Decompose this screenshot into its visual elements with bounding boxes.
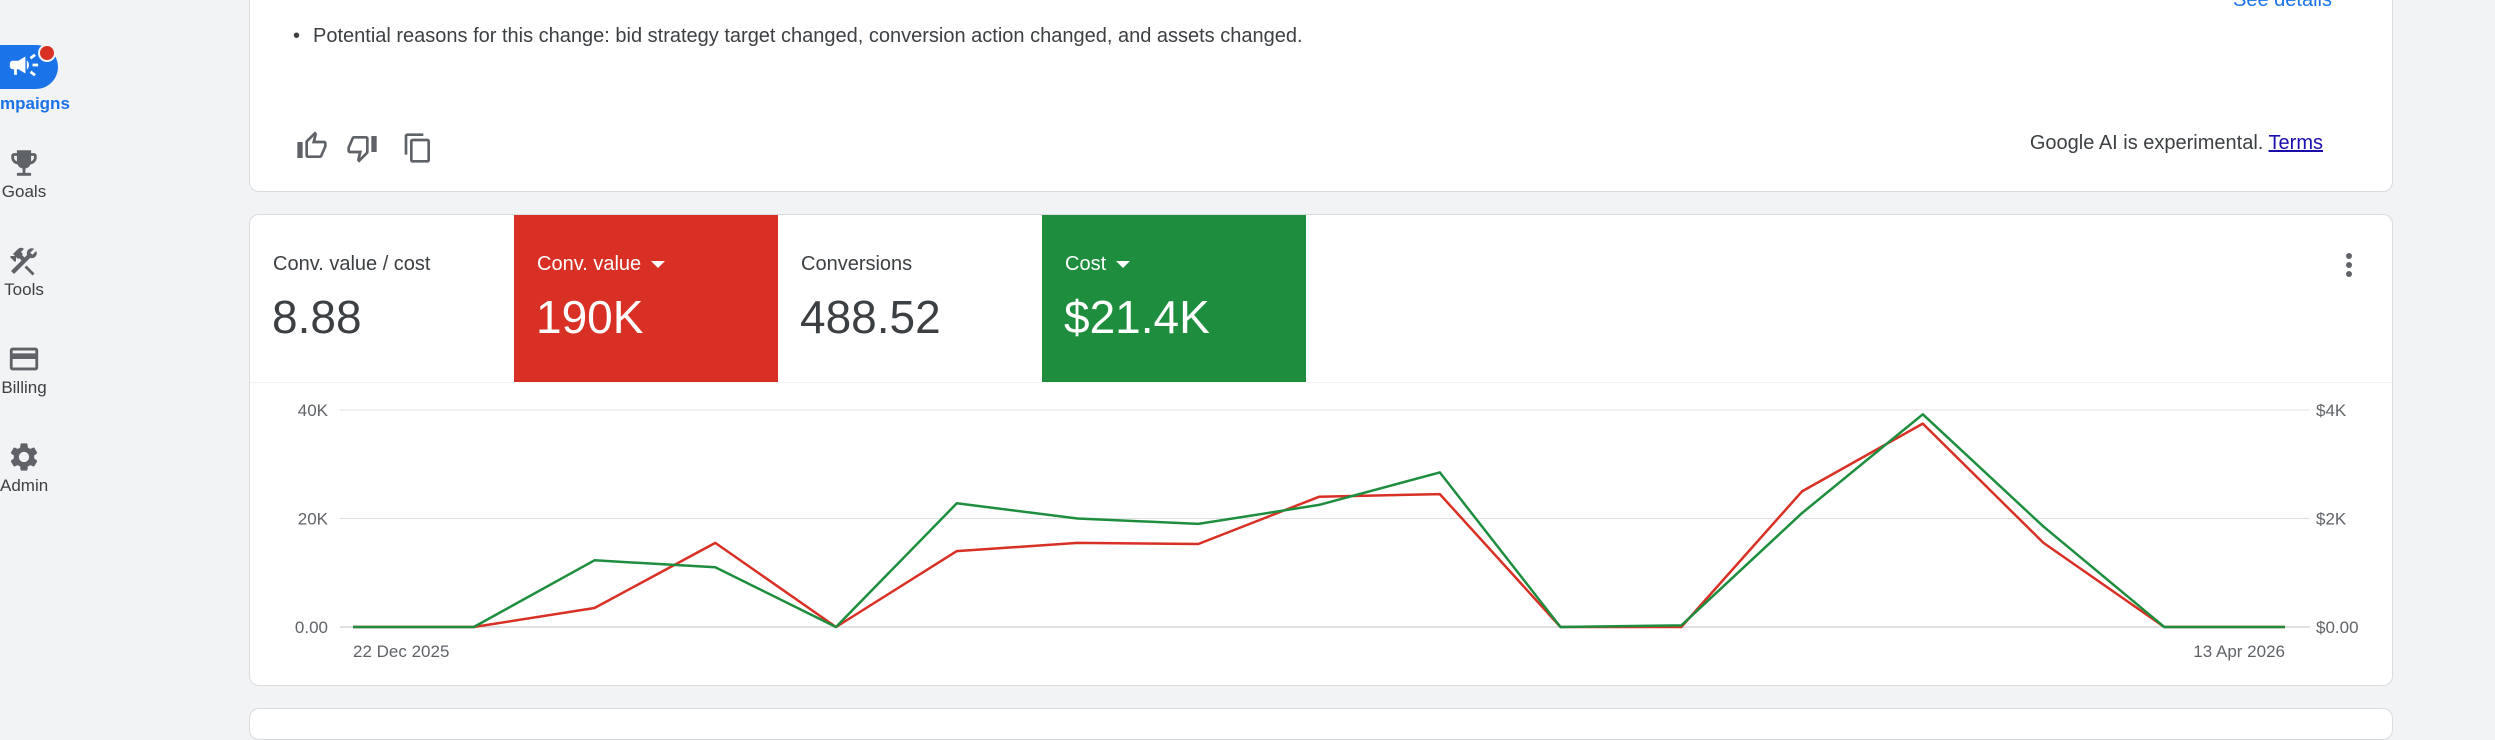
thumbs-up-icon[interactable] <box>296 130 328 162</box>
credit-card-icon <box>9 347 39 371</box>
insight-card: See details Potential reasons for this c… <box>249 0 2393 192</box>
right-axis-tick-label: $0.00 <box>2316 618 2359 637</box>
nav-item-tools[interactable]: Tools <box>0 244 48 300</box>
nav-item-admin[interactable]: Admin <box>0 440 48 496</box>
nav-label-admin: Admin <box>0 476 49 495</box>
nav-label-tools: Tools <box>4 280 44 299</box>
ai-disclaimer-text: Google AI is experimental. <box>2029 132 2264 154</box>
gear-icon <box>10 443 38 471</box>
nav-item-goals[interactable]: Goals <box>0 146 48 202</box>
nav-item-billing[interactable]: Billing <box>0 342 48 398</box>
x-axis-label-start: 22 Dec 2025 <box>353 642 449 661</box>
thumbs-down-icon[interactable] <box>346 132 378 164</box>
performance-chart-card: Conv. value / cost 8.88 Conv. value 190K… <box>249 214 2393 686</box>
right-axis-tick-label: $4K <box>2316 401 2347 420</box>
nav-label-billing: Billing <box>1 378 47 397</box>
nav-label-campaigns: mpaigns <box>0 94 70 113</box>
series-line-cost <box>353 413 2285 629</box>
copy-icon[interactable] <box>402 132 434 164</box>
insight-reason-text: Potential reasons for this change: bid s… <box>293 25 1303 48</box>
left-navigation: mpaigns Goals Tools Billing Admin <box>0 0 230 713</box>
megaphone-icon <box>9 53 39 77</box>
line-chart: 0.00 $0.00 20K $2K 40K $4K 22 Dec 2025 13 Apr 2… <box>295 401 2359 661</box>
tools-icon <box>9 247 37 276</box>
left-axis-tick-label: 40K <box>298 401 329 420</box>
right-axis-tick-label: $2K <box>2316 510 2347 529</box>
nav-label-goals: Goals <box>1 182 47 201</box>
x-axis-label-end: 13 Apr 2026 <box>2193 642 2285 661</box>
ai-disclaimer: Google AI is experimental. Terms <box>2030 132 2323 155</box>
notification-dot <box>38 44 56 62</box>
terms-link[interactable]: Terms <box>2269 132 2323 154</box>
trophy-icon <box>11 150 37 176</box>
series-line-conv-value <box>353 422 2285 629</box>
left-axis-tick-label: 0.00 <box>295 618 328 637</box>
left-axis-tick-label: 20K <box>298 510 329 529</box>
see-details-link[interactable]: See details <box>2233 0 2332 12</box>
